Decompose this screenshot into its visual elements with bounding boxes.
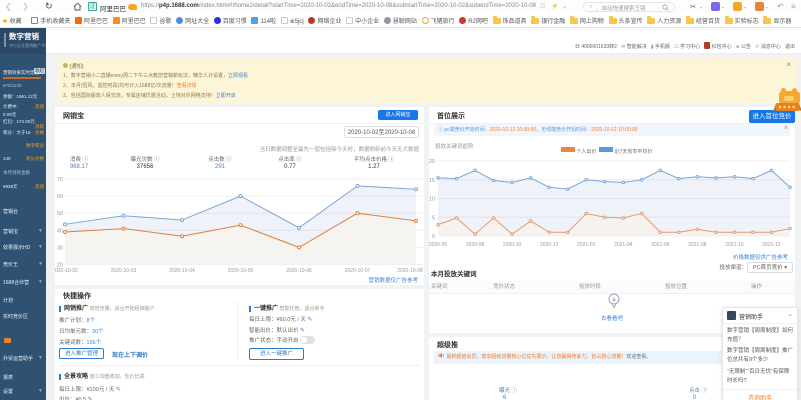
svg-text:2021-08: 2021-08 <box>688 242 707 248</box>
svg-text:2020-10-06: 2020-10-06 <box>286 268 312 274</box>
svg-text:2020-10-05: 2020-10-05 <box>228 268 254 274</box>
svg-text:2020-10-03: 2020-10-03 <box>111 268 137 274</box>
svg-text:2021-06: 2021-06 <box>651 242 670 248</box>
svg-text:40: 40 <box>57 228 63 234</box>
svg-text:30: 30 <box>57 245 63 251</box>
svg-text:2021-04: 2021-04 <box>614 242 633 248</box>
svg-text:2020-10-02: 2020-10-02 <box>55 268 78 274</box>
svg-text:2021-12: 2021-12 <box>762 242 781 248</box>
svg-text:2020-10-08: 2020-10-08 <box>397 268 423 274</box>
svg-text:2020-10-04: 2020-10-04 <box>169 268 195 274</box>
svg-text:2021-02: 2021-02 <box>577 242 596 248</box>
svg-text:2020-10-07: 2020-10-07 <box>345 268 371 274</box>
svg-text:2020-08: 2020-08 <box>466 242 485 248</box>
svg-text:10: 10 <box>429 197 435 203</box>
svg-text:2021-10: 2021-10 <box>725 242 744 248</box>
svg-text:2020-12: 2020-12 <box>540 242 559 248</box>
svg-text:0: 0 <box>432 234 435 240</box>
svg-text:2020-05: 2020-05 <box>429 242 447 248</box>
svg-text:20: 20 <box>429 159 435 165</box>
svg-text:2020-10: 2020-10 <box>503 242 522 248</box>
svg-text:15: 15 <box>429 178 435 184</box>
svg-text:50: 50 <box>57 211 63 217</box>
svg-text:70: 70 <box>57 177 63 183</box>
svg-text:60: 60 <box>57 194 63 200</box>
svg-text:5: 5 <box>432 215 435 221</box>
